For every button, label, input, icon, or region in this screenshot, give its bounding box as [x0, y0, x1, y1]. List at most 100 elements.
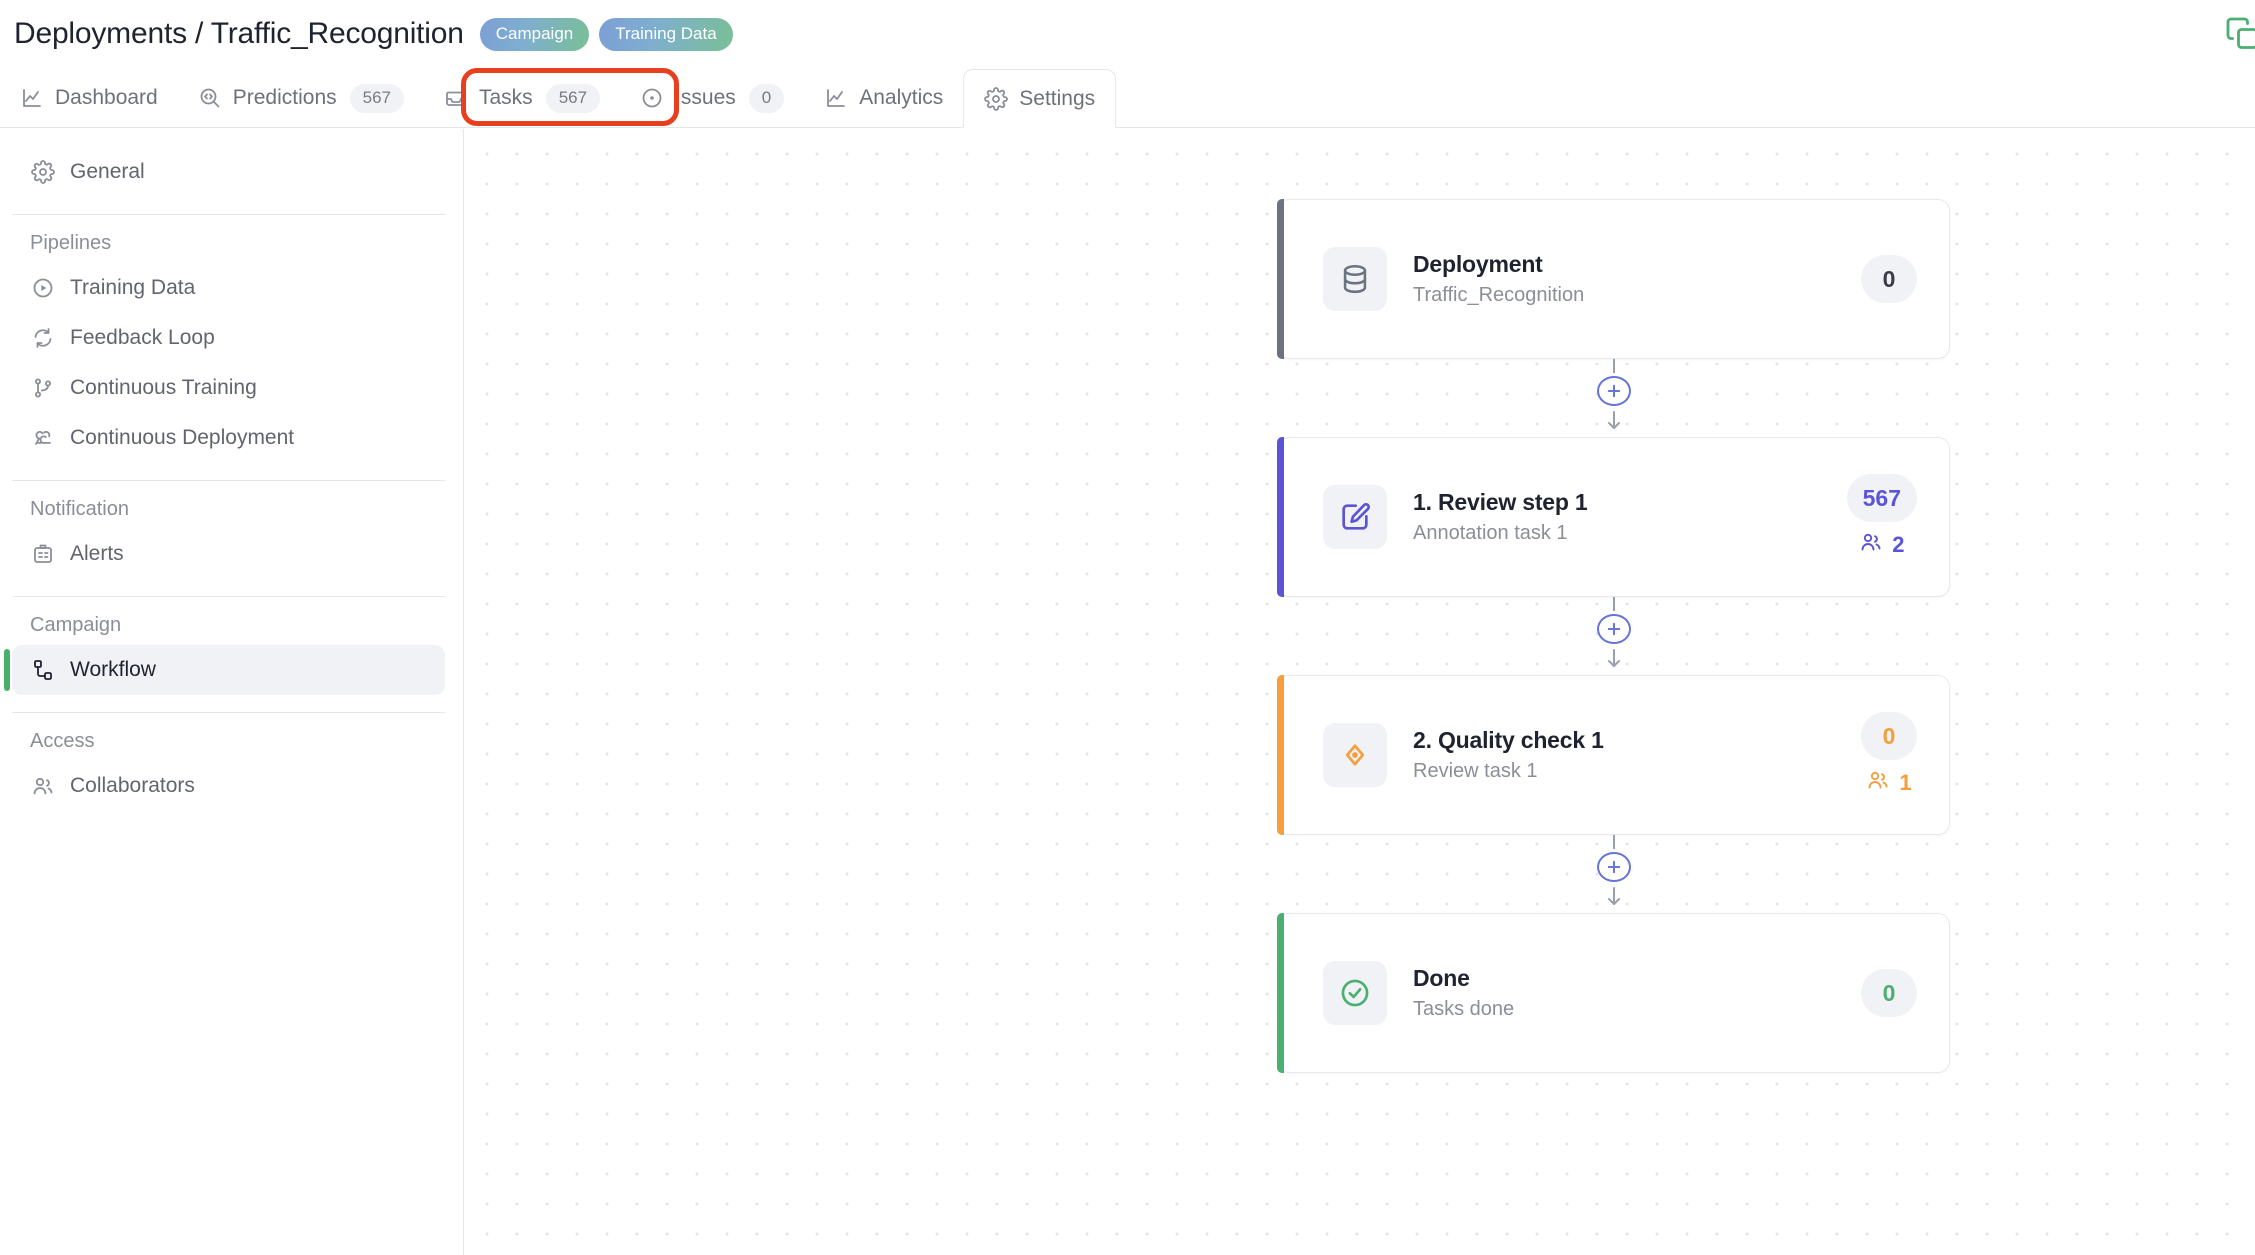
page-title: Deployments / Traffic_Recognition [14, 17, 464, 50]
tab-issues-count: 0 [748, 83, 785, 113]
sidebar-item-feedback-loop[interactable]: Feedback Loop [12, 313, 445, 363]
chart-line-icon [824, 86, 848, 110]
node-title: 1. Review step 1 [1413, 489, 1588, 515]
workflow-node-deployment[interactable]: Deployment Traffic_Recognition 0 [1277, 199, 1950, 359]
workflow-node-review-step-1[interactable]: 1. Review step 1 Annotation task 1 567 2 [1277, 437, 1950, 597]
tab-issues-label: Issues [675, 86, 736, 109]
sidebar-divider [12, 214, 445, 215]
workflow-node-quality-check-1[interactable]: 2. Quality check 1 Review task 1 0 1 [1277, 675, 1950, 835]
play-circle-icon [30, 275, 56, 301]
node-text: Deployment Traffic_Recognition [1413, 251, 1861, 307]
tab-tasks-count: 567 [545, 83, 601, 113]
users-icon [1866, 768, 1890, 798]
node-text: Done Tasks done [1413, 965, 1861, 1021]
sidebar-group-notification-title: Notification [30, 498, 129, 520]
node-subtitle: Annotation task 1 [1413, 522, 1568, 544]
badge-training-data: Training Data [599, 17, 733, 51]
connector-line [1612, 359, 1615, 373]
code-search-icon [198, 86, 222, 110]
workflow-connector [1277, 835, 1950, 913]
node-accent-bar [1277, 437, 1284, 597]
workflow-canvas[interactable]: Deployment Traffic_Recognition 0 1. Revi… [465, 129, 2255, 1255]
node-count-badge: 0 [1861, 712, 1917, 760]
workflow-flow: Deployment Traffic_Recognition 0 1. Revi… [1277, 199, 1950, 1073]
plus-circle-icon[interactable] [1596, 851, 1631, 882]
node-subtitle: Traffic_Recognition [1413, 284, 1585, 306]
node-assignees-count: 2 [1892, 532, 1905, 557]
users-icon [1859, 530, 1883, 560]
badge-campaign: Campaign [479, 17, 590, 51]
sidebar-item-workflow[interactable]: Workflow [4, 645, 445, 695]
database-icon [1323, 247, 1387, 311]
tab-predictions-count: 567 [349, 83, 404, 113]
webhook-icon [30, 425, 56, 451]
refresh-icon [30, 325, 56, 351]
sidebar-item-feedback-loop-label: Feedback Loop [70, 326, 215, 349]
node-count-badge: 0 [1861, 255, 1917, 303]
node-accent-bar [1277, 913, 1284, 1073]
node-text: 1. Review step 1 Annotation task 1 [1413, 489, 1847, 545]
sidebar-item-collaborators-label: Collaborators [70, 774, 195, 797]
gear-icon [984, 86, 1009, 111]
node-assignees: 2 [1859, 530, 1904, 560]
edit-square-icon [1323, 485, 1387, 549]
node-metrics: 567 2 [1846, 474, 1917, 560]
sidebar-group-campaign-title: Campaign [30, 614, 122, 636]
tab-dashboard-label: Dashboard [55, 86, 158, 109]
connector-arrow-icon [1605, 410, 1623, 437]
workflow-connector [1277, 597, 1950, 675]
tab-bar: Dashboard Predictions 567 Tasks 567 Issu… [0, 68, 2255, 128]
tab-predictions[interactable]: Predictions 567 [178, 69, 424, 127]
workflow-node-done[interactable]: Done Tasks done 0 [1277, 913, 1950, 1073]
tab-issues[interactable]: Issues 0 [620, 69, 804, 127]
node-subtitle: Review task 1 [1413, 760, 1538, 782]
workflow-connector [1277, 359, 1950, 437]
sidebar-group-pipelines-title: Pipelines [30, 232, 112, 254]
sidebar-item-workflow-label: Workflow [70, 658, 156, 681]
alert-board-icon [30, 541, 56, 567]
settings-sidebar: General Pipelines Training Data Feedback… [0, 129, 464, 1255]
sidebar-item-training-data[interactable]: Training Data [12, 263, 445, 313]
eye-diamond-icon [1323, 723, 1387, 787]
node-metrics: 0 [1861, 969, 1917, 1017]
tab-predictions-label: Predictions [232, 86, 337, 109]
chart-line-icon [20, 86, 44, 110]
sidebar-item-continuous-deployment-label: Continuous Deployment [70, 426, 295, 449]
tab-settings-label: Settings [1019, 86, 1096, 110]
node-assignees: 1 [1866, 768, 1912, 798]
connector-arrow-icon [1605, 648, 1623, 675]
sidebar-divider [12, 480, 445, 481]
node-accent-bar [1277, 199, 1284, 359]
header-actions[interactable] [2215, 10, 2255, 50]
node-title: 2. Quality check 1 [1413, 727, 1604, 753]
node-title: Deployment [1413, 251, 1543, 277]
sidebar-item-collaborators[interactable]: Collaborators [12, 761, 445, 811]
git-branch-icon [30, 375, 56, 401]
sidebar-item-continuous-deployment[interactable]: Continuous Deployment [12, 413, 445, 463]
sidebar-item-general[interactable]: General [12, 147, 445, 197]
sidebar-item-continuous-training[interactable]: Continuous Training [12, 363, 445, 413]
plus-circle-icon[interactable] [1596, 613, 1631, 644]
workflow-icon [30, 657, 56, 683]
tab-analytics[interactable]: Analytics [804, 69, 963, 127]
node-count-badge: 567 [1846, 474, 1917, 522]
copy-icon[interactable] [2225, 16, 2255, 57]
inbox-icon [444, 86, 468, 110]
connector-line [1612, 835, 1615, 849]
tab-tasks-label: Tasks [479, 86, 533, 109]
tab-settings[interactable]: Settings [963, 69, 1117, 128]
gear-icon [30, 159, 56, 185]
sidebar-divider [12, 596, 445, 597]
tab-tasks[interactable]: Tasks 567 [424, 69, 620, 127]
node-assignees-count: 1 [1899, 770, 1912, 795]
node-count-badge: 0 [1861, 969, 1917, 1017]
sidebar-item-general-label: General [70, 160, 145, 183]
tab-dashboard[interactable]: Dashboard [0, 69, 178, 127]
check-circle-icon [1323, 961, 1387, 1025]
page-header: Deployments / Traffic_Recognition Campai… [0, 0, 2255, 68]
sidebar-item-alerts[interactable]: Alerts [12, 529, 445, 579]
node-text: 2. Quality check 1 Review task 1 [1413, 727, 1861, 783]
connector-arrow-icon [1605, 886, 1623, 913]
plus-circle-icon[interactable] [1596, 375, 1631, 406]
node-accent-bar [1277, 675, 1284, 835]
